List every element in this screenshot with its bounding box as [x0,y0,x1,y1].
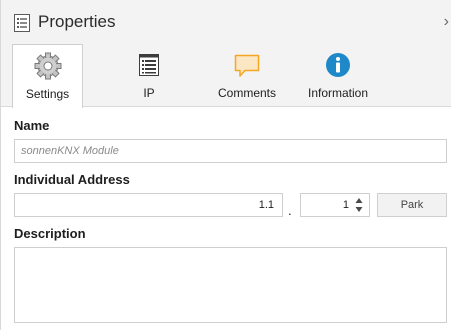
ip-window-icon [139,54,159,76]
individual-address-label: Individual Address [14,172,130,187]
address-prefix-field[interactable]: 1.1 [14,193,283,217]
gear-icon [34,52,61,80]
description-label: Description [14,226,86,241]
tab-comments-label: Comments [217,86,276,100]
tab-settings-label: Settings [25,87,70,101]
tab-comments[interactable]: Comments [209,44,285,107]
address-separator: . [288,203,292,218]
tab-ip[interactable]: IP [114,44,184,107]
tab-information-label: Information [307,86,369,100]
tab-ip-label: IP [143,86,155,100]
park-button[interactable]: Park [377,193,447,217]
chevron-right-icon[interactable]: › [444,13,449,31]
spin-arrows-icon[interactable] [355,197,363,213]
info-icon [326,53,350,77]
properties-icon [14,14,30,32]
properties-panel: Properties › Settings IP Comments Inform… [0,0,451,330]
tab-information[interactable]: Information [299,44,377,107]
description-field[interactable] [14,247,447,323]
comment-icon [234,54,260,77]
device-address-stepper[interactable]: 1 [300,193,370,217]
name-field[interactable]: sonnenKNX Module [14,139,447,163]
device-address-value: 1 [342,199,349,211]
panel-title: Properties [38,12,116,31]
tab-settings[interactable]: Settings [12,44,83,108]
properties-header: Properties › [1,0,451,44]
tab-bar: Settings IP Comments Information [1,44,451,108]
name-label: Name [14,118,50,133]
